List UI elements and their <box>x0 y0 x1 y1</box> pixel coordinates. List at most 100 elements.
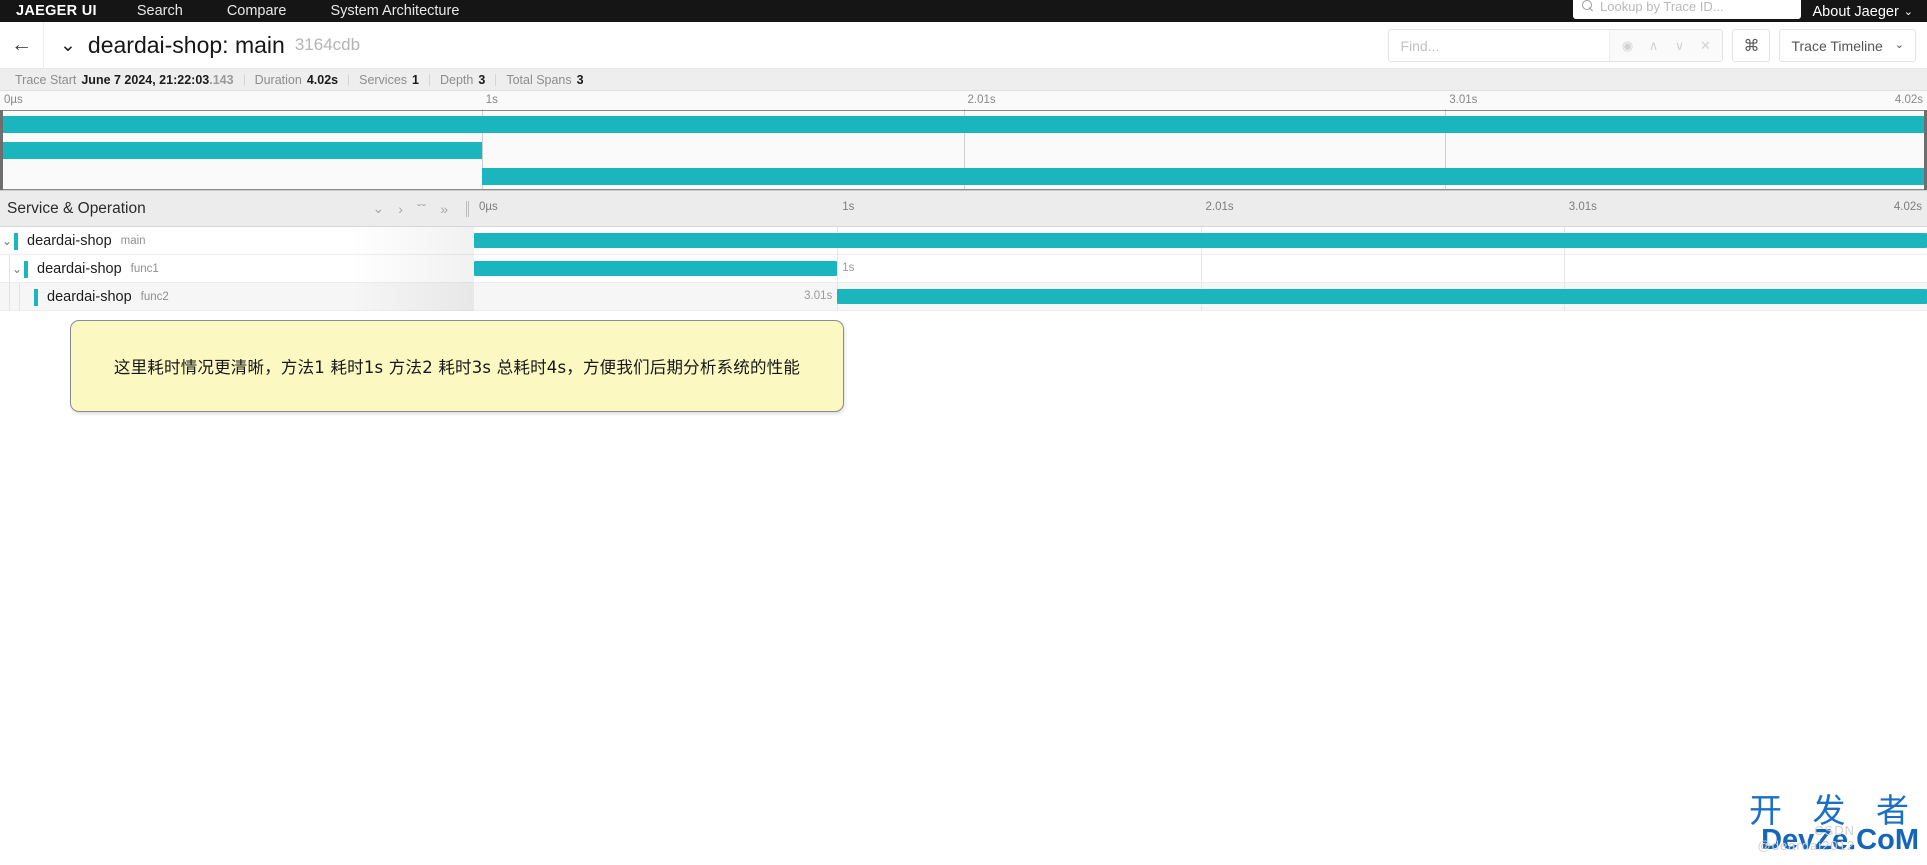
span-duration-bar[interactable] <box>474 261 838 276</box>
minimap-tick-label: 1s <box>485 94 498 106</box>
find-tools: ◉ ∧ ∨ ✕ <box>1609 30 1723 61</box>
meta-depth: Depth 3 <box>430 73 495 87</box>
meta-label: Duration <box>254 72 302 87</box>
title-collapse-caret-icon[interactable]: ⌄ <box>60 36 76 55</box>
find-clear-icon[interactable]: ✕ <box>1692 30 1718 61</box>
span-bar-cell[interactable]: 1s <box>474 255 1927 283</box>
collapse-one-icon[interactable]: ⌄ <box>372 200 384 217</box>
service-operation-column-header: Service & Operation ⌄ › ˇˇ » <box>0 191 474 227</box>
span-duration-label: 3.01s <box>804 290 833 302</box>
minimap-drag-handle-left[interactable] <box>0 110 3 190</box>
meta-duration: Duration 4.02s <box>245 73 349 87</box>
timeline-gridline <box>1200 255 1202 283</box>
minimap-tick-label: 0µs <box>4 94 23 106</box>
trace-minimap[interactable]: 0µs 1s 2.01s 3.01s 4.02s <box>0 91 1927 191</box>
service-name: deardai-shop <box>27 233 112 249</box>
meta-value: 1 <box>412 72 419 87</box>
timeline-column-header: Service & Operation ⌄ › ˇˇ » 0µs 1s 2.01s 3… <box>0 191 1927 227</box>
minimap-row <box>0 138 1927 164</box>
nav-item-system-architecture[interactable]: System Architecture <box>308 3 481 22</box>
timeline-gridline <box>1563 255 1565 283</box>
keyboard-shortcuts-button[interactable]: ⌘ <box>1732 29 1771 62</box>
page-title: deardai-shop: main <box>87 31 285 58</box>
annotation-text: 这里耗时情况更清晰，方法1 耗时1s 方法2 耗时3s 总耗时4s，方便我们后期… <box>113 358 801 377</box>
jaeger-logo[interactable]: JAEGER UI <box>8 3 115 22</box>
span-bar-cell[interactable] <box>474 227 1927 255</box>
minimap-row <box>0 112 1927 138</box>
timeline-tick-label: 0µs <box>479 200 498 213</box>
timeline-tick-axis: 0µs 1s 2.01s 3.01s 4.02s <box>474 191 1927 227</box>
table-row[interactable]: ⌄ deardai-shop main <box>0 227 1927 255</box>
minimap-tick-label: 3.01s <box>1449 94 1478 106</box>
back-button[interactable]: ← <box>0 21 44 69</box>
tree-expand-caret-icon[interactable]: ⌄ <box>0 234 14 248</box>
service-name: deardai-shop <box>47 289 132 305</box>
service-name: deardai-shop <box>37 261 122 277</box>
timeline-gridline <box>837 255 839 283</box>
lookup-by-trace-id-input[interactable]: Lookup by Trace ID... <box>1573 0 1801 19</box>
minimap-span-bar <box>481 168 1927 185</box>
service-color-tick <box>24 260 28 278</box>
lookup-placeholder-text: Lookup by Trace ID... <box>1600 0 1724 14</box>
timeline-tick-label: 3.01s <box>1568 200 1597 213</box>
meta-value-fraction: .143 <box>209 72 234 87</box>
meta-value: 4.02s <box>306 72 339 87</box>
span-rows-container: ⌄ deardai-shop main ⌄ deardai-shop func1 1s dea… <box>0 227 1927 311</box>
meta-trace-start: Trace Start June 7 2024, 21:22:03.143 <box>5 73 244 87</box>
operation-name: func1 <box>130 263 159 275</box>
service-color-tick <box>34 288 38 306</box>
meta-label: Total Spans <box>506 72 572 87</box>
operation-name: func2 <box>140 291 169 303</box>
table-row[interactable]: deardai-shop func2 3.01s <box>0 283 1927 311</box>
find-input[interactable] <box>1389 30 1610 61</box>
meta-services: Services 1 <box>349 73 429 87</box>
trace-header: ← ⌄ deardai-shop: main 3164cdb ◉ ∧ ∨ ✕ ⌘… <box>0 21 1927 69</box>
minimap-span-bar <box>0 116 1927 133</box>
meta-value: 3 <box>576 72 584 87</box>
tree-guide-line <box>9 283 10 311</box>
timeline-tick-label: 4.02s <box>1893 200 1922 213</box>
view-mode-label: Trace Timeline <box>1791 37 1883 54</box>
chevron-down-icon: ⌄ <box>1894 39 1904 51</box>
meta-value: June 7 2024, 21:22:03.143 <box>81 72 234 87</box>
meta-total-spans: Total Spans 3 <box>496 73 593 87</box>
service-color-tick <box>14 232 18 250</box>
span-name-cell[interactable]: deardai-shop func2 <box>0 283 474 311</box>
about-jaeger-label: About Jaeger <box>1812 4 1899 20</box>
table-row[interactable]: ⌄ deardai-shop func1 1s <box>0 255 1927 283</box>
find-box[interactable]: ◉ ∧ ∨ ✕ <box>1388 29 1724 62</box>
minimap-tick-label: 2.01s <box>967 94 996 106</box>
find-next-icon[interactable]: ∨ <box>1666 30 1692 61</box>
about-jaeger-menu[interactable]: About Jaeger ⌄ <box>1813 4 1913 20</box>
meta-label: Services <box>359 72 408 87</box>
expand-all-icon[interactable]: » <box>440 201 448 217</box>
top-navigation-bar: JAEGER UI Search Compare System Architec… <box>0 0 1927 22</box>
span-name-cell[interactable]: ⌄ deardai-shop main <box>0 227 474 255</box>
watermark-subtext: CSDN @deardai2012 <box>1757 823 1855 853</box>
span-duration-bar[interactable] <box>474 233 1927 248</box>
header-controls: ◉ ∧ ∨ ✕ ⌘ Trace Timeline ⌄ <box>1388 29 1916 62</box>
tree-expand-caret-icon[interactable]: ⌄ <box>10 262 24 276</box>
meta-label: Trace Start <box>15 72 77 87</box>
nav-item-compare[interactable]: Compare <box>205 3 309 22</box>
nav-item-search[interactable]: Search <box>115 3 205 22</box>
view-mode-select[interactable]: Trace Timeline ⌄ <box>1779 29 1916 62</box>
timeline-tick-label: 2.01s <box>1205 200 1234 213</box>
chevron-down-icon: ⌄ <box>1903 6 1913 18</box>
minimap-span-bar <box>0 142 482 159</box>
tree-guide-line <box>19 283 20 311</box>
meta-label: Depth <box>440 72 474 87</box>
trace-id-label: 3164cdb <box>294 35 361 54</box>
span-duration-bar[interactable] <box>837 289 1927 304</box>
span-name-cell[interactable]: ⌄ deardai-shop func1 <box>0 255 474 283</box>
service-operation-label: Service & Operation <box>7 199 146 217</box>
expand-one-icon[interactable]: › <box>398 201 403 217</box>
collapse-all-icon[interactable]: ˇˇ <box>417 201 426 217</box>
span-bar-cell[interactable]: 3.01s <box>474 283 1927 311</box>
minimap-row <box>0 164 1927 190</box>
find-focus-icon[interactable]: ◉ <box>1614 30 1640 61</box>
minimap-span-rows <box>0 112 1927 190</box>
column-resize-handle[interactable] <box>466 200 470 217</box>
span-duration-label: 1s <box>842 262 855 274</box>
find-prev-icon[interactable]: ∧ <box>1640 30 1666 61</box>
